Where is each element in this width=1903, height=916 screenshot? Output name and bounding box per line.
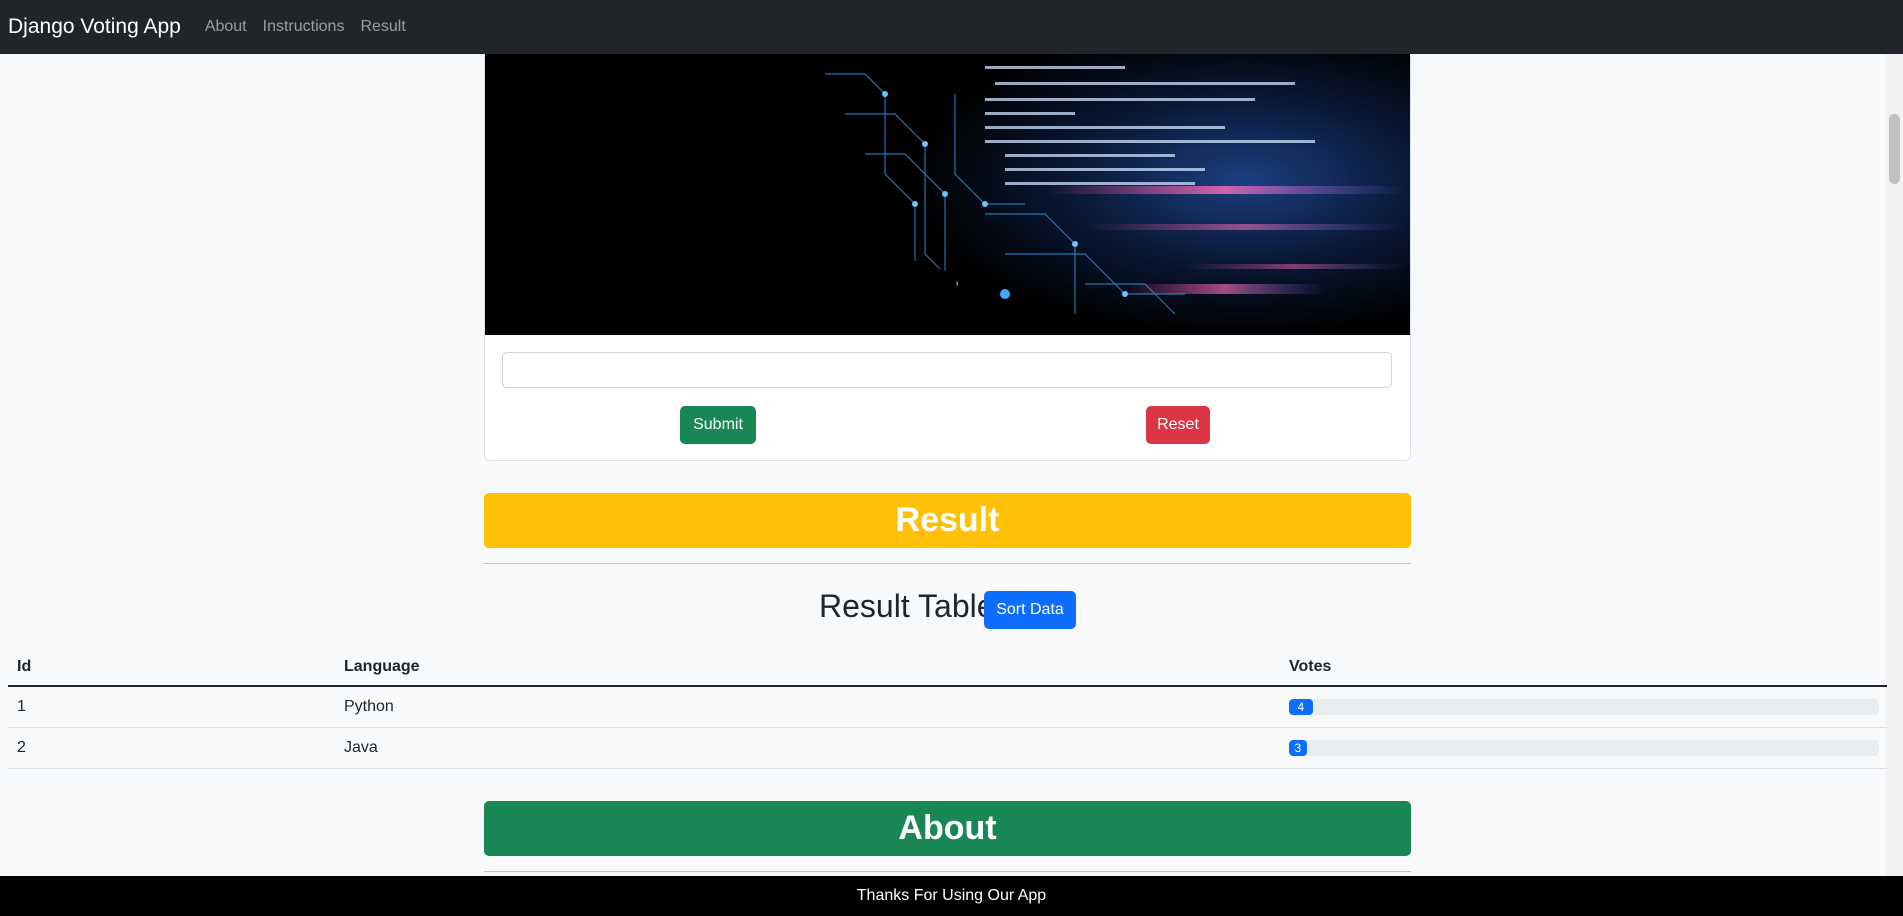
nav-link-about[interactable]: About: [205, 18, 247, 36]
submit-button[interactable]: Submit: [680, 406, 756, 444]
nav-link-instructions[interactable]: Instructions: [263, 18, 345, 36]
result-table: Id Language Votes 1 Python 4 2 Java 3: [8, 648, 1887, 769]
navbar: Django Voting App About Instructions Res…: [0, 0, 1903, 54]
votes-progress-bar: 4: [1289, 699, 1313, 715]
votes-progress-bar: 3: [1289, 740, 1307, 756]
votes-progress: 3: [1289, 740, 1879, 756]
navbar-brand[interactable]: Django Voting App: [8, 15, 181, 39]
nav-link-result[interactable]: Result: [360, 18, 405, 36]
reset-button[interactable]: Reset: [1146, 406, 1210, 444]
footer: Thanks For Using Our App: [0, 876, 1903, 916]
row-id: 2: [17, 739, 26, 756]
about-divider: [484, 871, 1411, 872]
column-header-votes: Votes: [1289, 657, 1332, 675]
scrollbar-thumb[interactable]: [1889, 114, 1900, 184]
row-language: Java: [344, 739, 378, 756]
table-row: 2 Java 3: [8, 728, 1887, 769]
column-header-id: Id: [17, 657, 32, 675]
about-banner: About: [484, 801, 1411, 856]
row-id: 1: [17, 698, 26, 715]
sort-data-button[interactable]: Sort Data: [984, 591, 1076, 629]
result-table-title: Result Table: [819, 588, 995, 624]
hero-image: [485, 54, 1410, 335]
vote-input[interactable]: [502, 352, 1392, 388]
table-row: 1 Python 4: [8, 687, 1887, 728]
result-banner: Result: [484, 493, 1411, 548]
row-language: Python: [344, 698, 394, 715]
table-header-row: Id Language Votes: [8, 648, 1887, 687]
scrollbar[interactable]: [1886, 54, 1903, 876]
hero-illustration: [485, 54, 1410, 335]
voting-card: Submit Reset: [484, 54, 1411, 461]
result-divider: [484, 563, 1411, 564]
votes-progress: 4: [1289, 699, 1879, 715]
column-header-language: Language: [344, 657, 420, 675]
